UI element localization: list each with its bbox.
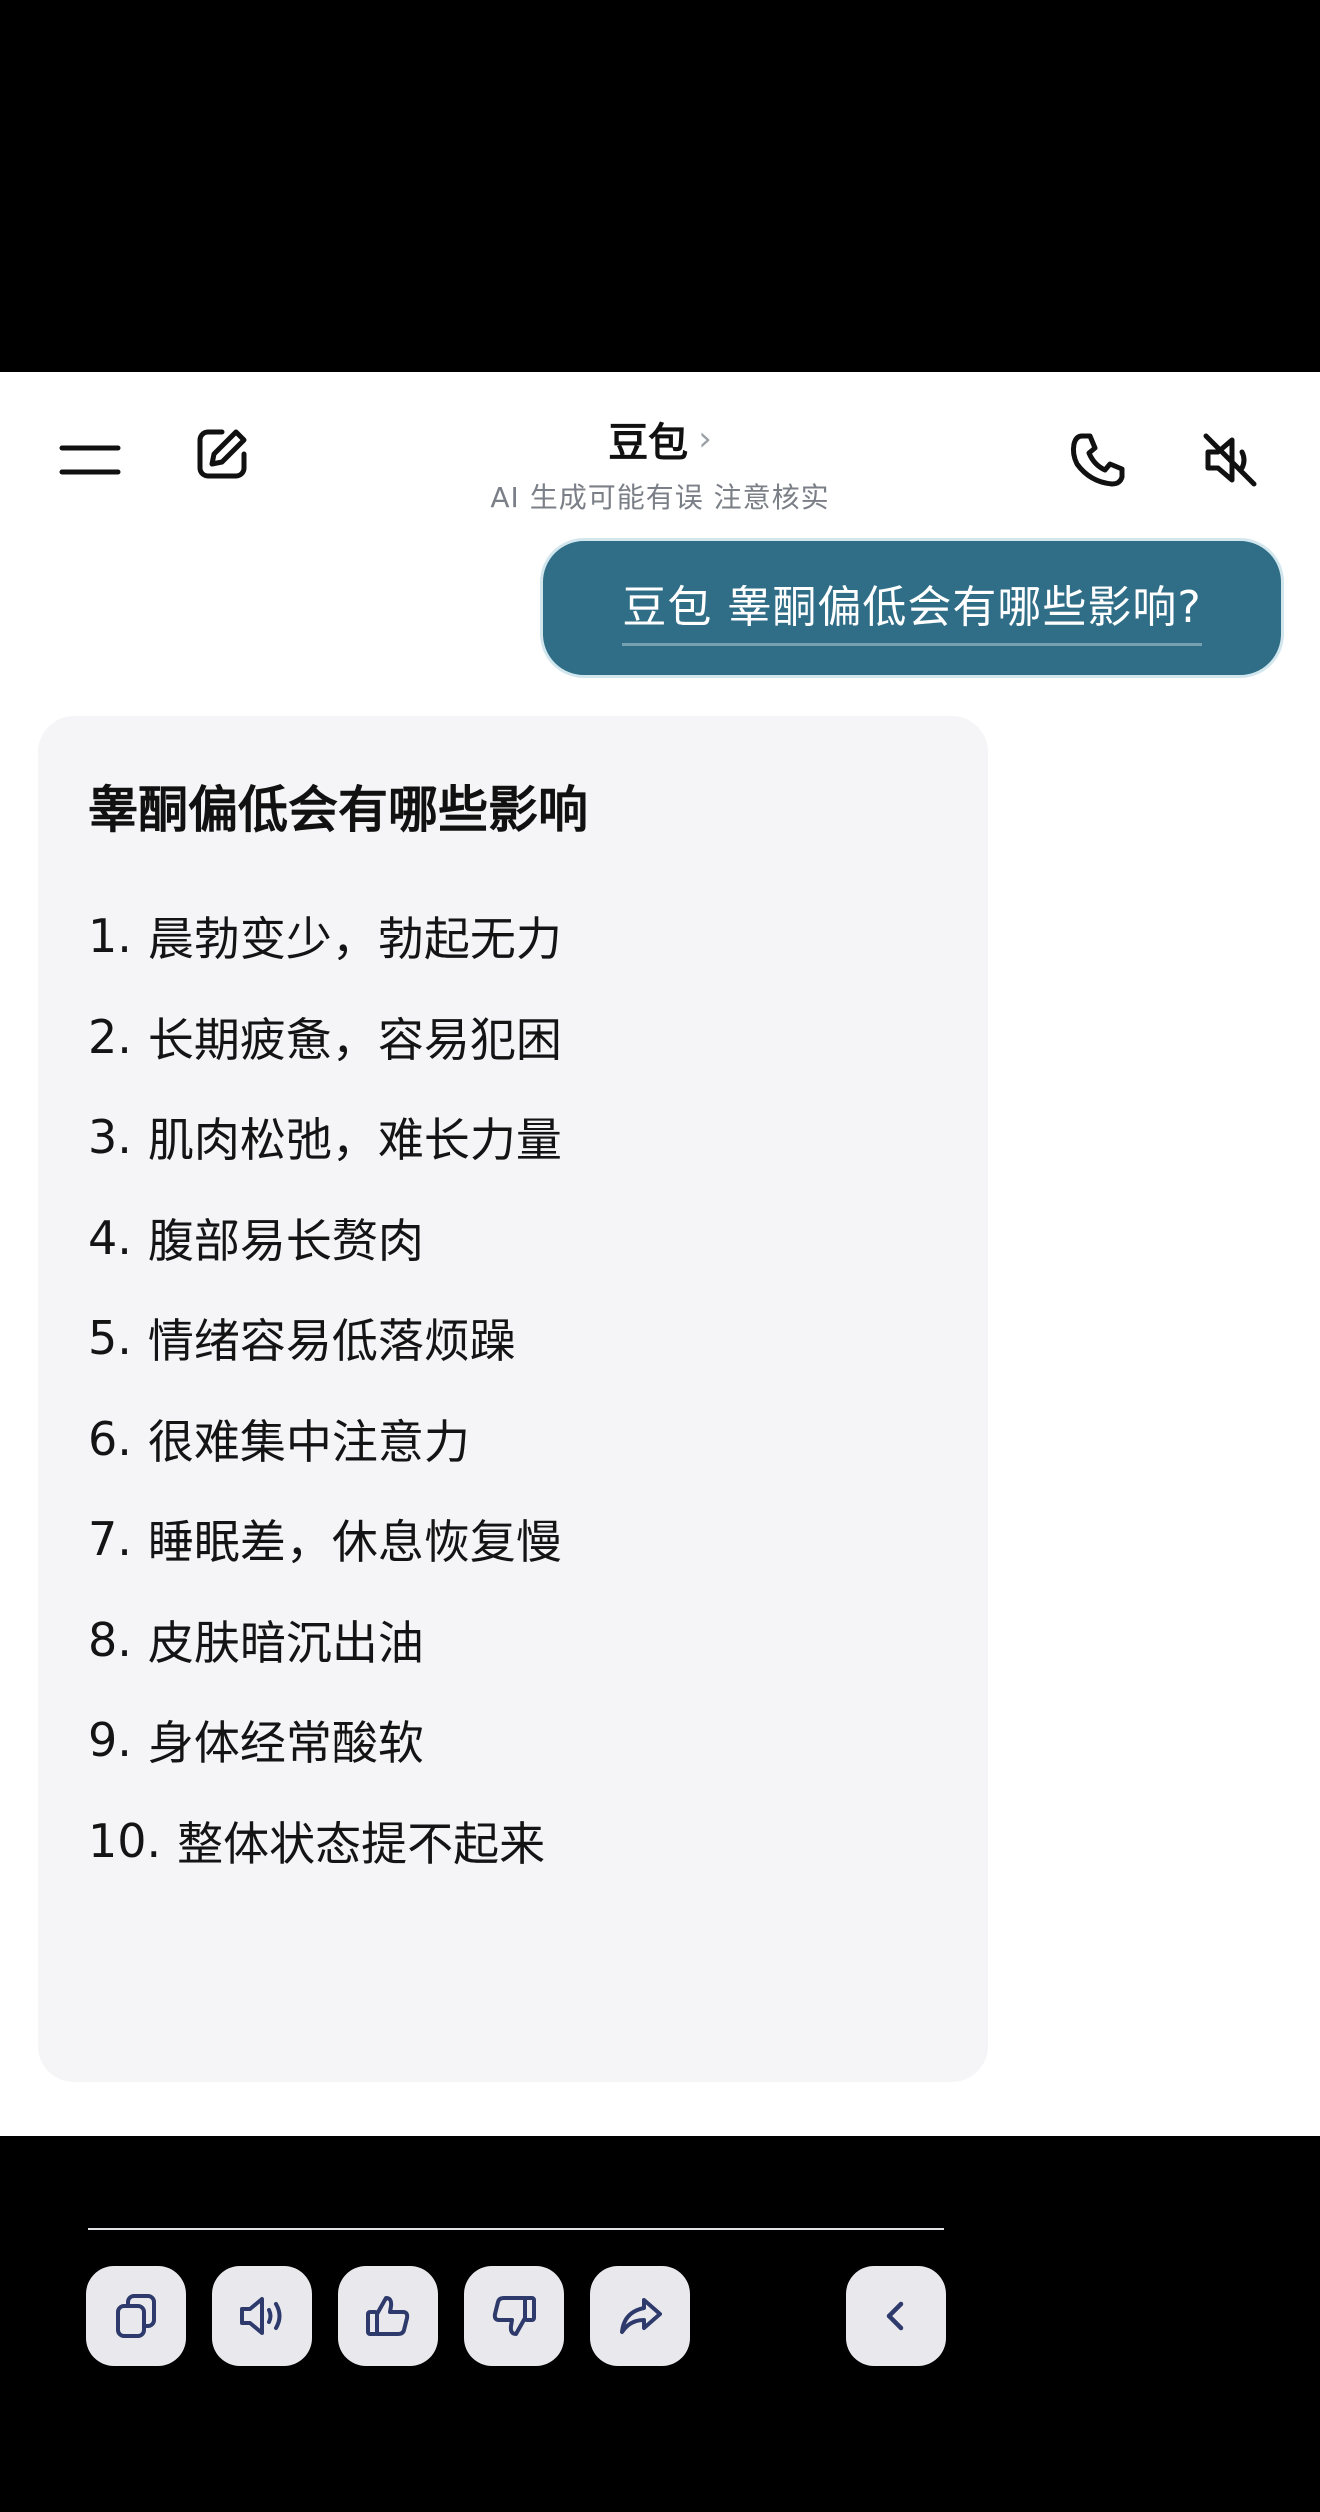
- list-item-text: 身体经常酸软: [147, 1716, 424, 1771]
- answer-title: 睾酮偏低会有哪些影响: [88, 781, 588, 839]
- mute-button[interactable]: [1190, 420, 1270, 500]
- assistant-answer-card: 睾酮偏低会有哪些影响 1. 晨勃变少，勃起无力 2. 长期疲惫，容易犯困 3. 肌肉松…: [38, 716, 988, 2366]
- divider: [88, 2228, 944, 2230]
- list-item-text: 睡眠差，休息恢复慢: [147, 1515, 562, 1570]
- list-item-text: 晨勃变少，勃起无力: [147, 912, 562, 967]
- list-item-text: 整体状态提不起来: [177, 1816, 546, 1871]
- list-item: 6. 很难集中注意力: [88, 1389, 948, 1490]
- header: 豆包 › AI 生成可能有误 注意核实: [0, 372, 1320, 532]
- list-item-text: 很难集中注意力: [147, 1414, 470, 1469]
- list-item-text: 长期疲惫，容易犯困: [147, 1012, 562, 1067]
- list-item-number: 1.: [88, 909, 132, 964]
- thumbs-up-icon: [366, 2296, 410, 2336]
- user-message-bubble[interactable]: 豆包 睾酮偏低会有哪些影响?: [540, 538, 1284, 678]
- collapse-button[interactable]: [846, 2266, 946, 2366]
- list-item: 9. 身体经常酸软: [88, 1690, 948, 1791]
- list-item-text: 腹部易长赘肉: [147, 1213, 424, 1268]
- user-message-text: 豆包 睾酮偏低会有哪些影响?: [622, 571, 1202, 646]
- title-area[interactable]: 豆包 › AI 生成可能有误 注意核实: [360, 410, 960, 516]
- list-item-number: 10.: [88, 1813, 162, 1868]
- page-title: 豆包: [608, 420, 689, 466]
- list-item-text: 肌肉松弛，难长力量: [147, 1113, 562, 1168]
- list-item: 8. 皮肤暗沉出油: [88, 1590, 948, 1691]
- list-item: 3. 肌肉松弛，难长力量: [88, 1087, 948, 1188]
- copy-icon: [116, 2294, 156, 2338]
- answer-list: 1. 晨勃变少，勃起无力 2. 长期疲惫，容易犯困 3. 肌肉松弛，难长力量 4. 腹部…: [88, 886, 948, 1891]
- list-item-number: 7.: [88, 1512, 132, 1567]
- edit-icon: [197, 429, 247, 479]
- list-item: 1. 晨勃变少，勃起无力: [88, 886, 948, 987]
- share-icon: [620, 2298, 662, 2334]
- disclaimer-subtitle: AI 生成可能有误 注意核实: [490, 481, 830, 514]
- dislike-button[interactable]: [464, 2266, 564, 2366]
- list-item: 2. 长期疲惫，容易犯困: [88, 987, 948, 1088]
- chevron-left-icon: [886, 2301, 904, 2331]
- list-item-number: 5.: [88, 1311, 132, 1366]
- list-item: 4. 腹部易长赘肉: [88, 1188, 948, 1289]
- chat-screen: 豆包 › AI 生成可能有误 注意核实 豆包 睾酮偏低会有哪些影响? 睾酮偏低会…: [0, 372, 1320, 2366]
- read-aloud-button[interactable]: [212, 2266, 312, 2366]
- list-item-text: 情绪容易低落烦躁: [147, 1314, 516, 1369]
- list-item-text: 皮肤暗沉出油: [147, 1615, 424, 1670]
- list-item: 5. 情绪容易低落烦躁: [88, 1288, 948, 1389]
- list-item: 10. 整体状态提不起来: [88, 1791, 948, 1892]
- list-item-number: 4.: [88, 1210, 132, 1265]
- thumbs-down-icon: [492, 2296, 536, 2336]
- like-button[interactable]: [338, 2266, 438, 2366]
- list-item-number: 9.: [88, 1713, 132, 1768]
- call-button[interactable]: [1058, 420, 1138, 500]
- answer-action-bar: [86, 2266, 946, 2370]
- list-item-number: 8.: [88, 1612, 132, 1667]
- share-button[interactable]: [590, 2266, 690, 2366]
- list-item-number: 3.: [88, 1110, 132, 1165]
- list-item-number: 6.: [88, 1411, 132, 1466]
- copy-button[interactable]: [86, 2266, 186, 2366]
- title-chevron-icon: ›: [698, 419, 712, 459]
- read-aloud-icon: [240, 2297, 282, 2335]
- new-chat-button[interactable]: [182, 414, 262, 494]
- phone-icon: [1070, 433, 1125, 487]
- list-item-number: 2.: [88, 1009, 132, 1064]
- menu-icon: [59, 445, 121, 475]
- menu-button[interactable]: [50, 420, 130, 500]
- speaker-mute-icon: [1203, 433, 1257, 487]
- list-item: 7. 睡眠差，休息恢复慢: [88, 1489, 948, 1590]
